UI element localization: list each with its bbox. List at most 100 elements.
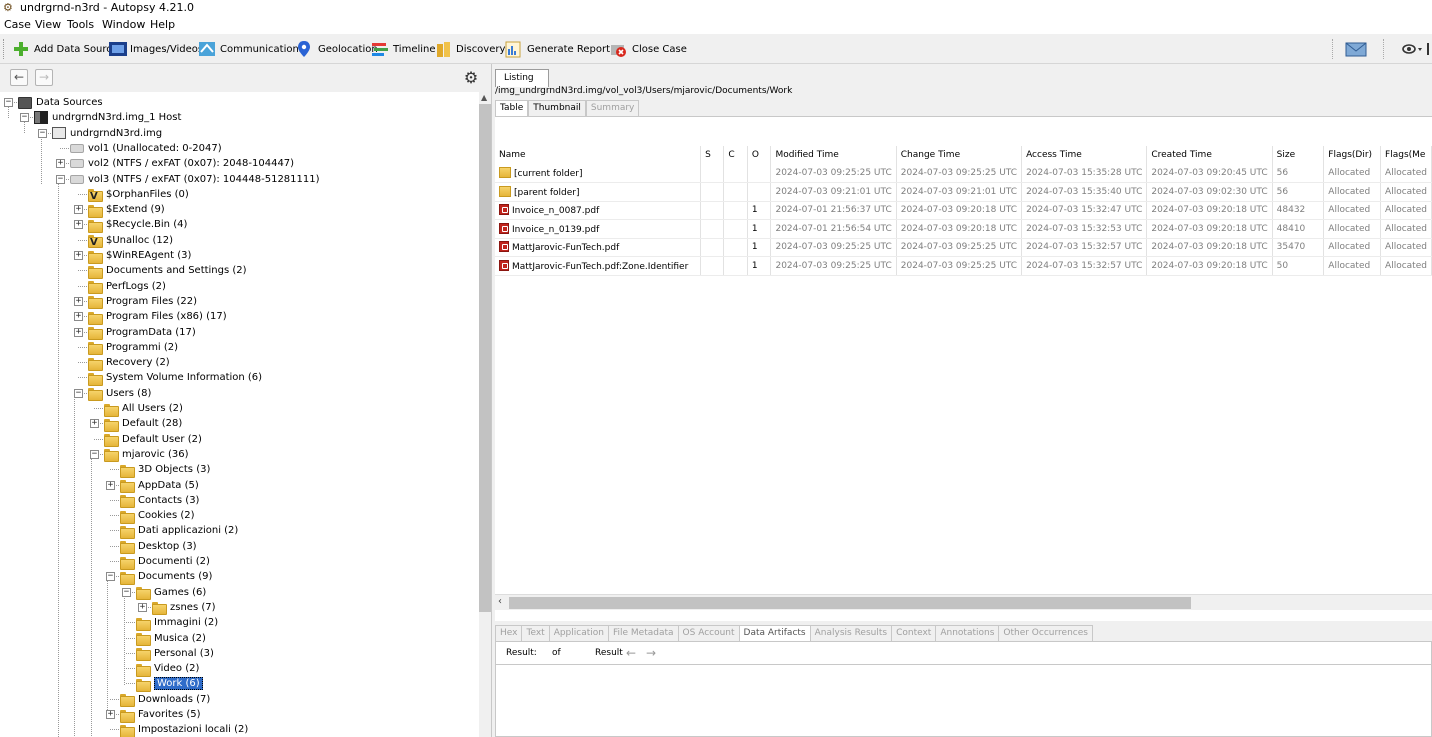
add-data-source-button[interactable]: Add Data Source: [12, 38, 118, 60]
column-header[interactable]: Flags(Dir): [1323, 146, 1382, 164]
tree-node[interactable]: Favorites (5): [120, 707, 201, 723]
geolocation-button[interactable]: Geolocation: [296, 38, 378, 60]
tree-node[interactable]: zsnes (7): [152, 600, 216, 616]
scroll-up-icon[interactable]: ▲: [481, 93, 487, 102]
tree-node[interactable]: PerfLogs (2): [88, 279, 166, 295]
column-header[interactable]: C: [723, 146, 748, 164]
tree-node[interactable]: undrgrndN3rd.img_1 Host: [34, 110, 181, 125]
tree-node[interactable]: Immagini (2): [136, 615, 218, 631]
column-header[interactable]: O: [747, 146, 772, 164]
tree-node[interactable]: Video (2): [136, 661, 199, 677]
tree-node[interactable]: Recovery (2): [88, 355, 170, 371]
collapse-icon[interactable]: −: [90, 449, 99, 459]
tree-node[interactable]: Work (6): [136, 676, 203, 692]
column-header[interactable]: S: [700, 146, 725, 164]
tree-node[interactable]: vol1 (Unallocated: 0-2047): [70, 141, 222, 156]
tab-file-metadata[interactable]: File Metadata: [607, 625, 679, 641]
tree-node[interactable]: undrgrndN3rd.img: [52, 126, 162, 141]
collapse-icon[interactable]: −: [4, 98, 13, 107]
table-row[interactable]: MattJarovic-FunTech.pdf 1 2024-07-03 09:25…: [495, 238, 1432, 257]
tree-scrollbar-thumb[interactable]: [479, 104, 491, 612]
tree-node[interactable]: Dati applicazioni (2): [120, 523, 238, 539]
tab-context[interactable]: Context: [891, 625, 937, 641]
column-header[interactable]: Access Time: [1021, 146, 1148, 164]
table-row[interactable]: [parent folder] 2024-07-03 09:21:01 UTC 20…: [495, 182, 1432, 202]
tree-node[interactable]: mjarovic (36): [104, 447, 189, 463]
tree-node[interactable]: Contacts (3): [120, 493, 199, 509]
tree-node[interactable]: Program Files (x86) (17): [88, 309, 227, 325]
expand-icon[interactable]: +: [74, 251, 83, 260]
gear-icon[interactable]: ⚙: [462, 69, 480, 87]
table-scrollbar-thumb[interactable]: [509, 597, 1191, 609]
table-row[interactable]: MattJarovic-FunTech.pdf:Zone.Identifier 1…: [495, 256, 1432, 276]
tab-hex[interactable]: Hex: [495, 625, 523, 641]
tree-node[interactable]: 3D Objects (3): [120, 462, 210, 478]
tree-node[interactable]: $WinREAgent (3): [88, 248, 191, 264]
tree-node[interactable]: Data Sources: [18, 95, 103, 110]
expand-icon[interactable]: +: [74, 296, 83, 306]
column-header[interactable]: Size: [1272, 146, 1325, 164]
tree-node[interactable]: Programmi (2): [88, 340, 178, 356]
discovery-button[interactable]: Discovery: [434, 38, 505, 60]
table-row[interactable]: Invoice_n_0139.pdf 1 2024-07-01 21:56:54 U…: [495, 219, 1432, 239]
tree-node[interactable]: V $Unalloc (12): [88, 233, 173, 249]
column-header[interactable]: Modified Time: [770, 146, 897, 164]
menu-view[interactable]: View: [35, 18, 61, 31]
expand-icon[interactable]: +: [106, 480, 115, 490]
tree-node[interactable]: Cookies (2): [120, 508, 195, 524]
tab-table[interactable]: Table: [495, 100, 529, 117]
timeline-button[interactable]: Timeline: [371, 38, 436, 60]
menu-tools[interactable]: Tools: [67, 18, 94, 31]
next-result-arrow-icon[interactable]: →: [646, 646, 656, 660]
tree-node[interactable]: Default User (2): [104, 432, 202, 448]
column-header[interactable]: Created Time: [1146, 146, 1273, 164]
menu-window[interactable]: Window: [102, 18, 145, 31]
tree-node[interactable]: $Recycle.Bin (4): [88, 217, 187, 233]
generate-report-button[interactable]: Generate Report: [505, 38, 610, 60]
back-arrow-icon[interactable]: ←: [10, 69, 28, 86]
tree-node[interactable]: Documenti (2): [120, 554, 210, 570]
tree-node[interactable]: Documents and Settings (2): [88, 263, 247, 279]
expand-icon[interactable]: +: [74, 205, 83, 215]
tree-node[interactable]: Impostazioni locali (2): [120, 722, 248, 737]
tree-node[interactable]: vol2 (NTFS / exFAT (0x07): 2048-104447): [70, 156, 294, 171]
communications-button[interactable]: Communications: [198, 38, 304, 60]
tree-node[interactable]: Documents (9): [120, 569, 212, 585]
tab-thumbnail[interactable]: Thumbnail: [528, 100, 586, 117]
tab-listing[interactable]: Listing: [495, 69, 549, 87]
collapse-icon[interactable]: −: [122, 587, 131, 597]
collapse-icon[interactable]: −: [20, 113, 29, 123]
tab-text[interactable]: Text: [521, 625, 550, 641]
tree-node[interactable]: AppData (5): [120, 478, 199, 493]
tree-scrollbar[interactable]: ▲: [479, 92, 491, 737]
column-header[interactable]: Name: [495, 146, 702, 164]
tree-node[interactable]: All Users (2): [104, 401, 183, 417]
menu-help[interactable]: Help: [150, 18, 175, 31]
column-header[interactable]: Change Time: [896, 146, 1023, 164]
expand-icon[interactable]: +: [90, 419, 99, 429]
close-case-button[interactable]: Close Case: [610, 38, 687, 60]
scroll-left-icon[interactable]: ‹: [498, 596, 502, 607]
tree-node[interactable]: Downloads (7): [120, 692, 210, 708]
tree-node[interactable]: Personal (3): [136, 646, 214, 662]
table-row[interactable]: Invoice_n_0087.pdf 1 2024-07-01 21:56:37 U…: [495, 201, 1432, 220]
expand-icon[interactable]: +: [74, 312, 83, 322]
tree-node[interactable]: $Extend (9): [88, 202, 165, 218]
expand-icon[interactable]: +: [138, 602, 147, 612]
messages-button[interactable]: [1345, 38, 1371, 60]
expand-icon[interactable]: +: [74, 327, 83, 337]
expand-icon[interactable]: +: [74, 220, 83, 230]
tab-os-account[interactable]: OS Account: [677, 625, 740, 641]
expand-icon[interactable]: +: [106, 710, 115, 719]
forward-arrow-icon[interactable]: →: [35, 69, 53, 86]
tree-node[interactable]: Default (28): [104, 416, 182, 432]
tab-analysis-results[interactable]: Analysis Results: [809, 625, 893, 641]
expand-icon[interactable]: +: [56, 159, 65, 169]
tree-node[interactable]: Games (6): [136, 585, 206, 601]
tab-other-occurrences[interactable]: Other Occurrences: [998, 625, 1093, 641]
tree-node[interactable]: Desktop (3): [120, 539, 197, 555]
tree-node[interactable]: Musica (2): [136, 631, 206, 646]
collapse-icon[interactable]: −: [106, 572, 115, 582]
tree-node[interactable]: ProgramData (17): [88, 325, 196, 340]
tree-node[interactable]: vol3 (NTFS / exFAT (0x07): 104448-512811…: [70, 172, 320, 187]
